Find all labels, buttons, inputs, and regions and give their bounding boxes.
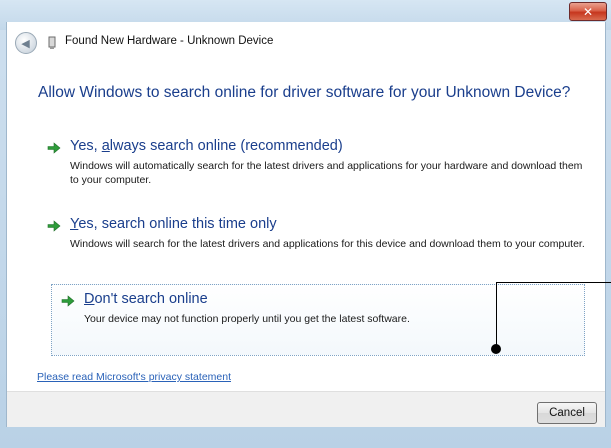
callout-line	[496, 282, 611, 283]
back-arrow-icon: ◀	[21, 36, 30, 50]
wizard-title: Found New Hardware - Unknown Device	[65, 35, 274, 47]
close-icon: ✕	[582, 4, 594, 19]
privacy-statement-link[interactable]: Please read Microsoft's privacy statemen…	[37, 371, 231, 383]
option-title: Don't search online	[84, 291, 208, 307]
callout-line	[496, 282, 497, 348]
option-search-once[interactable]: Yes, search online this time only Window…	[47, 216, 587, 264]
green-arrow-icon	[47, 220, 61, 232]
option-description: Windows will automatically search for th…	[70, 160, 583, 186]
hardware-device-icon	[48, 36, 56, 49]
wizard-footer: Cancel	[7, 391, 605, 427]
option-always-search[interactable]: Yes, always search online (recommended) …	[47, 138, 587, 186]
wizard-header: ◀ Found New Hardware - Unknown Device	[7, 22, 605, 62]
wizard-panel: ◀ Found New Hardware - Unknown Device Al…	[6, 22, 606, 427]
page-heading: Allow Windows to search online for drive…	[38, 84, 571, 101]
option-description: Windows will search for the latest drive…	[70, 238, 585, 250]
close-button[interactable]: ✕	[569, 2, 607, 21]
green-arrow-icon	[61, 295, 75, 307]
back-button[interactable]: ◀	[15, 32, 37, 54]
cancel-button[interactable]: Cancel	[537, 402, 597, 424]
window-frame: ✕ ◀ Found New Hardware - Unknown Device …	[0, 0, 611, 448]
option-title: Yes, always search online (recommended)	[70, 138, 343, 154]
option-title: Yes, search online this time only	[70, 216, 277, 232]
option-description: Your device may not function properly un…	[84, 313, 410, 325]
option-dont-search[interactable]: Don't search online Your device may not …	[61, 291, 601, 331]
green-arrow-icon	[47, 142, 61, 154]
callout-dot	[491, 344, 501, 354]
